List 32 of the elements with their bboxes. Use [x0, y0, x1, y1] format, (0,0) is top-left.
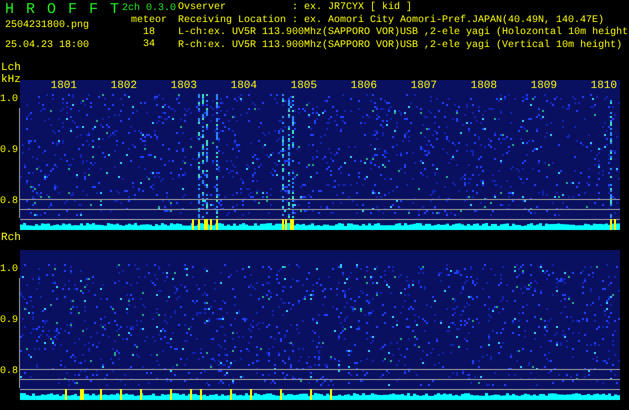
info-label: R-ch:ex. UV5R 113.900Mhz(SAPPORO VOR)USB ,2-ele yagi (Vertical 10m height)	[178, 40, 622, 52]
info-label: Ovserver	[178, 2, 228, 14]
meteor-count: 18	[142, 27, 155, 39]
channel-label: Lch	[1, 62, 21, 74]
unit-label: kHz	[1, 74, 21, 86]
frequency-label: 0.8	[0, 366, 18, 378]
info-label: Receiving Location	[178, 14, 288, 26]
time-label: 1810	[590, 80, 617, 94]
time-label: 1802	[110, 80, 137, 94]
frequency-label: 1.0	[0, 264, 18, 276]
frequency-label: 1.0	[0, 94, 18, 106]
frequency-label: 0.9	[0, 145, 18, 157]
info-value: : ex. Aomori City Aomori-Pref.JAPAN(40.49N, 140.47E)	[292, 14, 604, 26]
info-label: L-ch:ex. UV5R 113.900Mhz(SAPPORO VOR)USB ,2-ele yagi (Holozontal 10m height	[178, 27, 628, 40]
frequency-label: 0.9	[0, 315, 18, 327]
meteor-label: meteor	[130, 15, 167, 27]
time-label: 1801	[50, 80, 77, 94]
time-label: 1809	[530, 80, 557, 94]
frequency-label: 0.8	[0, 196, 18, 208]
channel-label: Rch	[1, 232, 21, 244]
file-name: 2504231800.png	[5, 20, 90, 32]
time-label: 1806	[350, 80, 377, 94]
time-label: 1805	[290, 80, 317, 94]
app-title: H R O F F T	[5, 2, 120, 18]
time-label: 1807	[410, 80, 437, 94]
time-label: 1808	[470, 80, 497, 94]
version-label: 2ch 0.3.0	[122, 2, 176, 15]
meteor-count: 34	[142, 39, 155, 51]
info-value: : ex. JR7CYX [ kid ]	[292, 2, 412, 14]
date-time: 25.04.23 18:00	[5, 40, 90, 52]
time-label: 1803	[170, 80, 197, 94]
time-label: 1804	[230, 80, 257, 94]
